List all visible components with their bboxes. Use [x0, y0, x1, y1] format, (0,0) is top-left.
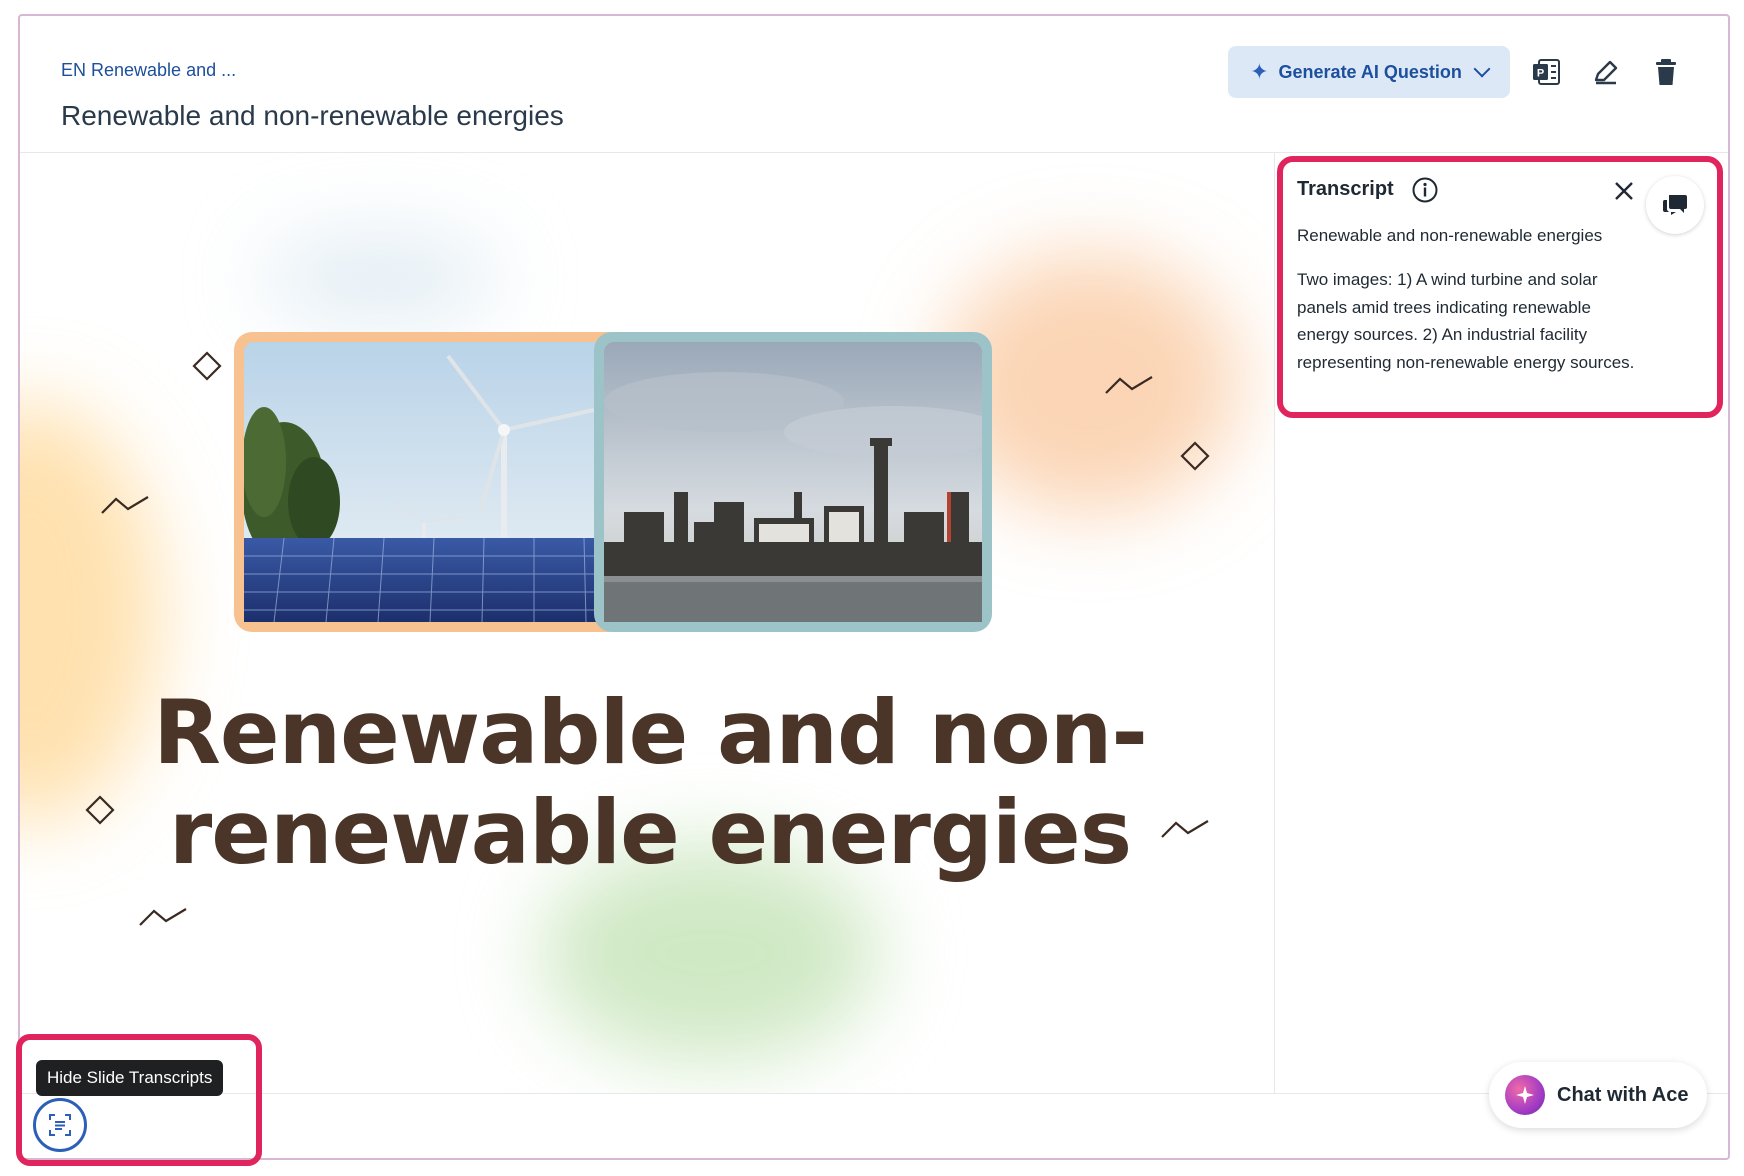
industrial-facility-image	[594, 332, 992, 632]
wind-turbine-solar-panels-image	[234, 332, 632, 632]
scan-text-icon	[49, 1114, 71, 1136]
slide-canvas: Renewable and non- renewable energies	[20, 153, 1274, 1093]
chat-with-ace-label: Chat with Ace	[1557, 1083, 1689, 1106]
svg-text:P: P	[1537, 68, 1544, 80]
ace-avatar-icon	[1505, 1075, 1545, 1115]
wind-solar-illustration	[244, 342, 622, 622]
sparkle-icon: ✦	[1250, 59, 1269, 84]
panel-divider	[1274, 153, 1275, 1093]
slide-title-line-1: Renewable and non-	[153, 681, 1148, 784]
hide-transcripts-tooltip: Hide Slide Transcripts	[36, 1060, 224, 1096]
transcript-heading: Renewable and non-renewable energies	[1297, 226, 1603, 245]
pencil-icon[interactable]	[1590, 56, 1622, 88]
chat-with-ace-button[interactable]: Chat with Ace	[1489, 1062, 1707, 1128]
sparkle-icon	[1516, 1086, 1534, 1104]
page-title: Renewable and non-renewable energies	[61, 100, 564, 131]
zigzag-shape	[1105, 376, 1153, 394]
transcript-body: Two images: 1) A wind turbine and solar …	[1297, 270, 1635, 372]
trash-icon[interactable]	[1650, 56, 1682, 88]
breadcrumb[interactable]: EN Renewable and ...	[61, 60, 236, 81]
chevron-down-icon	[1473, 60, 1491, 78]
transcript-toggle-button[interactable]	[33, 1098, 87, 1152]
transcript-title: Transcript	[1297, 178, 1394, 200]
slide-title-line-2: renewable energies	[168, 781, 1132, 884]
diamond-shape	[85, 795, 115, 825]
generate-ai-question-label: Generate AI Question	[1278, 61, 1462, 82]
slide-title: Renewable and non- renewable energies	[120, 683, 1180, 883]
info-icon[interactable]	[1411, 176, 1439, 204]
chat-bubbles-icon	[1662, 195, 1687, 215]
diamond-shape	[1180, 441, 1210, 471]
generate-ai-question-button[interactable]: ✦ Generate AI Question	[1228, 46, 1510, 98]
close-icon[interactable]	[1613, 180, 1635, 202]
diamond-shape	[192, 351, 222, 381]
zigzag-shape	[139, 908, 187, 926]
comments-button[interactable]	[1646, 176, 1704, 234]
zigzag-shape	[101, 496, 149, 514]
powerpoint-icon[interactable]: P	[1530, 56, 1562, 88]
bottom-divider	[20, 1093, 1728, 1094]
industrial-illustration	[604, 342, 982, 622]
decor-glow	[260, 233, 500, 323]
